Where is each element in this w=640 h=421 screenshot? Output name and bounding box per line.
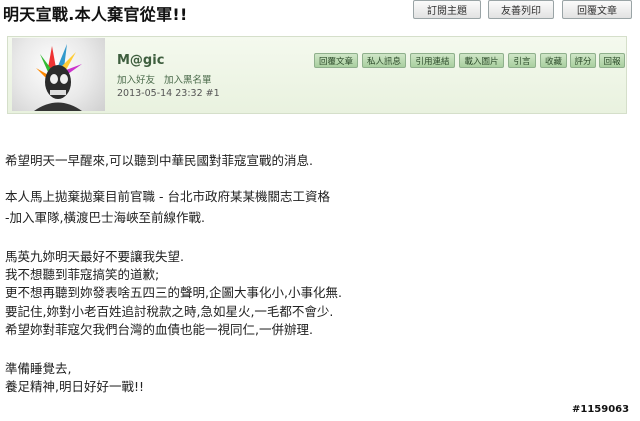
body-line: 馬英九妳明天最好不要讓我失望. xyxy=(5,249,184,264)
private-message-button[interactable]: 私人訊息 xyxy=(362,53,406,68)
add-friend-link[interactable]: 加入好友 xyxy=(117,75,155,86)
thread-title: 明天宣戰.本人棄官從軍!! xyxy=(3,5,188,24)
body-line: 要記住,妳對小老百姓追討稅款之時,急如星火,一毛都不會少. xyxy=(5,304,334,319)
add-blacklist-link[interactable]: 加入黑名單 xyxy=(164,75,212,86)
quote-button[interactable]: 引言 xyxy=(508,53,536,68)
avatar-icon xyxy=(34,44,82,111)
load-images-button[interactable]: 載入圖片 xyxy=(459,53,504,68)
reply-post-button[interactable]: 回覆文章 xyxy=(314,53,358,68)
topbar: 明天宣戰.本人棄官從軍!! 訂閱主題 友善列印 回覆文章 xyxy=(0,0,640,24)
body-line: 我不想聽到菲寇搞笑的道歉; xyxy=(5,267,160,282)
avatar[interactable] xyxy=(12,38,105,111)
reply-button[interactable]: 回覆文章 xyxy=(562,0,632,19)
favorite-button[interactable]: 收藏 xyxy=(540,53,567,68)
watermark: #1159063 xyxy=(572,404,630,415)
post-meta: 2013-05-14 23:32 #1 xyxy=(117,88,220,99)
user-links: 加入好友 加入黑名單 xyxy=(117,72,218,86)
body-line: 準備睡覺去, xyxy=(5,361,72,376)
subscribe-button[interactable]: 訂閱主題 xyxy=(413,0,481,19)
body-line: 希望明天一早醒來,可以聽到中華民國對菲寇宣戰的消息. xyxy=(5,153,313,168)
username[interactable]: M@gic xyxy=(117,53,164,68)
body-line: 養足精神,明日好好一戰!! xyxy=(5,379,144,394)
rate-button[interactable]: 評分 xyxy=(570,53,596,68)
report-button[interactable]: 回報 xyxy=(599,53,625,68)
body-line: 本人馬上拋棄拋棄目前官職 - 台北市政府某某機關志工資格 xyxy=(5,189,330,204)
quote-link-button[interactable]: 引用連結 xyxy=(410,53,455,68)
body-line: 更不想再聽到妳發表啥五四三的聲明,企圖大事化小,小事化無. xyxy=(5,285,342,300)
print-button[interactable]: 友善列印 xyxy=(488,0,554,19)
body-line: -加入軍隊,橫渡巴士海峽至前線作戰. xyxy=(5,210,205,225)
body-line: 希望妳對菲寇欠我們台灣的血債也能一視同仁,一併辦理. xyxy=(5,322,313,337)
